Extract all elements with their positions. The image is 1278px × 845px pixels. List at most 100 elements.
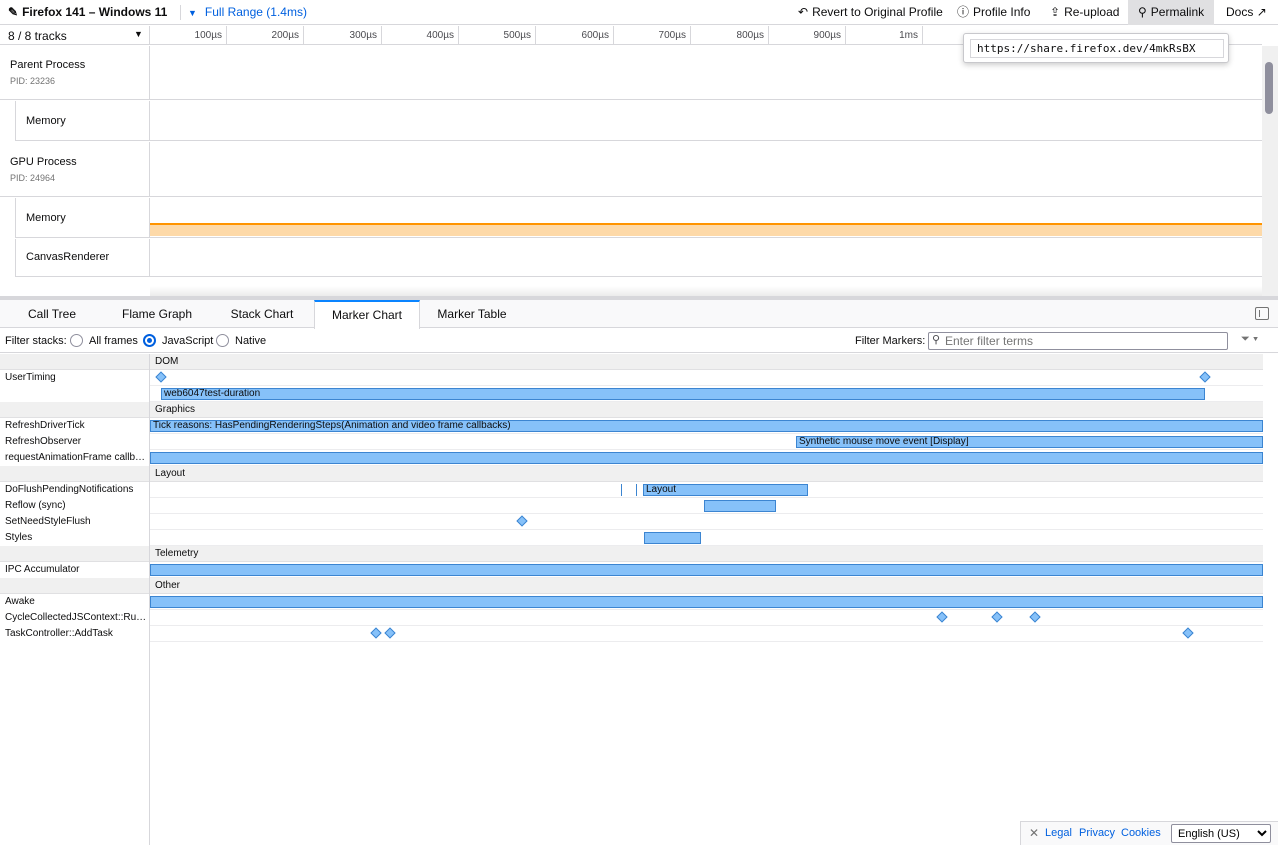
marker-bar[interactable] (644, 532, 701, 544)
ruler-tick: 600µs (536, 26, 614, 45)
radio-native[interactable] (216, 334, 229, 347)
category-label: Telemetry (155, 548, 199, 559)
track-memory-gpu[interactable]: Memory (15, 198, 150, 238)
instant-marker[interactable] (516, 515, 528, 527)
option-all-frames[interactable]: All frames (89, 335, 138, 347)
marker-chart[interactable]: DOM UserTiming web6047test-duration Grap… (0, 354, 1278, 845)
marker-bar[interactable]: Tick reasons: HasPendingRenderingSteps(A… (150, 420, 1263, 432)
tab-stack-chart[interactable]: Stack Chart (222, 300, 302, 328)
language-select[interactable]: English (US) (1171, 824, 1271, 843)
filter-funnel-icon[interactable]: ⏷ ▾ (1241, 333, 1258, 346)
marker-row-awake[interactable]: Awake (0, 594, 1263, 610)
marker-row-refreshobserver[interactable]: RefreshObserver Synthetic mouse move eve… (0, 434, 1263, 450)
category-row-layout: Layout (0, 466, 1263, 482)
top-bar: ✎ Firefox 141 – Windows 11 ▼ Full Range (1… (0, 0, 1278, 25)
permalink-url-field[interactable] (970, 39, 1224, 58)
track-count-button[interactable]: 8 / 8 tracks ▼ (0, 26, 150, 45)
marker-row-label: RefreshDriverTick (0, 418, 150, 434)
track-name: GPU Process (10, 156, 77, 168)
category-row-telemetry: Telemetry (0, 546, 1263, 562)
marker-row-usertiming-2[interactable]: web6047test-duration (0, 386, 1263, 402)
track-graph-gpu[interactable] (150, 142, 1262, 197)
instant-marker[interactable] (370, 627, 382, 639)
reupload-label: Re-upload (1064, 5, 1120, 19)
marker-row-doflush[interactable]: DoFlushPendingNotifications Layout (0, 482, 1263, 498)
marker-bar[interactable]: Layout (643, 484, 808, 496)
triangle-down-icon: ▼ (134, 29, 143, 39)
track-canvasrenderer[interactable]: CanvasRenderer (15, 239, 150, 277)
label-column-divider (149, 642, 150, 845)
permalink-popup (963, 33, 1229, 63)
track-gpu-process[interactable]: GPU Process PID: 24964 (0, 142, 150, 197)
marker-row-reflow[interactable]: Reflow (sync) (0, 498, 1263, 514)
marker-row-setneedstyleflush[interactable]: SetNeedStyleFlush (0, 514, 1263, 530)
docs-label: Docs (1226, 5, 1254, 19)
legal-link[interactable]: Legal (1045, 827, 1072, 839)
close-icon[interactable]: ✕ (1029, 826, 1039, 840)
tab-flame-graph[interactable]: Flame Graph (112, 300, 202, 328)
marker-bar[interactable] (704, 500, 776, 512)
tab-call-tree[interactable]: Call Tree (17, 300, 87, 328)
range-label: Full Range (1.4ms) (204, 5, 307, 19)
privacy-link[interactable]: Privacy (1079, 827, 1115, 839)
marker-bar[interactable] (150, 596, 1263, 608)
ruler-tick: 700µs (614, 26, 691, 45)
tab-marker-table[interactable]: Marker Table (430, 300, 514, 328)
marker-row-cyclecollected[interactable]: CycleCollectedJSContext::Ru… (0, 610, 1263, 626)
profile-info-label: Profile Info (973, 5, 1031, 19)
marker-bar[interactable] (150, 452, 1263, 464)
radio-javascript[interactable] (143, 334, 156, 347)
marker-row-taskcontroller[interactable]: TaskController::AddTask (0, 626, 1263, 642)
profile-name-button[interactable]: ✎ Firefox 141 – Windows 11 (8, 0, 167, 25)
sidebar-toggle-icon[interactable] (1255, 307, 1269, 320)
option-javascript[interactable]: JavaScript (162, 335, 213, 347)
profile-info-button[interactable]: ⓘ Profile Info (957, 0, 1030, 25)
revert-button[interactable]: ↶ Revert to Original Profile (798, 0, 943, 25)
ruler-tick: 800µs (691, 26, 769, 45)
marker-row-label: TaskController::AddTask (0, 626, 150, 642)
track-graph-canvasrenderer[interactable] (150, 239, 1262, 277)
marker-bar[interactable]: web6047test-duration (161, 388, 1205, 400)
marker-row-styles[interactable]: Styles (0, 530, 1263, 546)
instant-marker[interactable] (1199, 371, 1211, 383)
undo-icon: ↶ (798, 5, 809, 19)
marker-row-usertiming[interactable]: UserTiming (0, 370, 1263, 386)
upload-icon: ⇪ (1050, 5, 1061, 19)
marker-row-raf[interactable]: requestAnimationFrame callb… (0, 450, 1263, 466)
reupload-button[interactable]: ⇪ Re-upload (1050, 0, 1119, 25)
marker-row-ipc[interactable]: IPC Accumulator (0, 562, 1263, 578)
cookies-link[interactable]: Cookies (1121, 827, 1161, 839)
ruler-tick: 900µs (769, 26, 846, 45)
tracks-scrollbar[interactable] (1262, 46, 1278, 296)
pencil-icon: ✎ (8, 5, 19, 19)
search-icon: ⚲ (932, 334, 941, 346)
range-breadcrumb[interactable]: ▼ Full Range (1.4ms) (188, 0, 307, 25)
instant-marker[interactable] (936, 611, 948, 623)
scrollbar-thumb[interactable] (1265, 62, 1273, 114)
marker-row-label: UserTiming (0, 370, 150, 386)
tab-marker-chart[interactable]: Marker Chart (314, 300, 420, 329)
track-memory-parent[interactable]: Memory (15, 101, 150, 141)
docs-button[interactable]: Docs ↗ (1226, 0, 1267, 25)
instant-marker[interactable] (1029, 611, 1041, 623)
instant-marker[interactable] (991, 611, 1003, 623)
ruler-tick: 400µs (382, 26, 459, 45)
track-graph-memory-gpu[interactable] (150, 198, 1262, 238)
permalink-button[interactable]: ⚲ Permalink (1128, 0, 1215, 25)
marker-bar[interactable] (150, 564, 1263, 576)
external-link-icon: ↗ (1256, 5, 1267, 19)
marker-row-refreshdrivertick[interactable]: RefreshDriverTick Tick reasons: HasPendi… (0, 418, 1263, 434)
instant-marker[interactable] (155, 371, 167, 383)
marker-row-label: Awake (0, 594, 150, 610)
track-name: Parent Process (10, 59, 86, 71)
radio-all-frames[interactable] (70, 334, 83, 347)
track-graph-memory-parent[interactable] (150, 101, 1262, 141)
marker-tick[interactable] (621, 484, 622, 496)
instant-marker[interactable] (384, 627, 396, 639)
instant-marker[interactable] (1182, 627, 1194, 639)
marker-bar[interactable]: Synthetic mouse move event [Display] (796, 436, 1263, 448)
track-parent-process[interactable]: Parent Process PID: 23236 (0, 46, 150, 100)
marker-tick[interactable] (636, 484, 637, 496)
filter-markers-input[interactable] (945, 334, 1225, 348)
option-native[interactable]: Native (235, 335, 266, 347)
